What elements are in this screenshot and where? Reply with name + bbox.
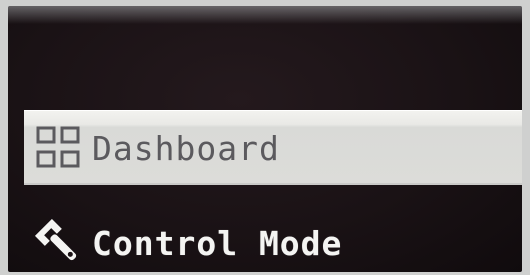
device-bezel: Dashboard Control Mode bbox=[0, 0, 530, 275]
wrench-icon bbox=[34, 219, 84, 267]
menu-item-dashboard[interactable]: Dashboard bbox=[24, 110, 522, 185]
menu-item-label: Control Mode bbox=[92, 223, 343, 263]
menu-item-control-mode[interactable]: Control Mode bbox=[24, 206, 522, 272]
dashboard-grid-icon bbox=[34, 124, 84, 172]
menu-item-label: Dashboard bbox=[92, 128, 280, 168]
lcd-screen: Dashboard Control Mode bbox=[8, 6, 522, 272]
main-menu: Dashboard Control Mode bbox=[8, 6, 522, 272]
